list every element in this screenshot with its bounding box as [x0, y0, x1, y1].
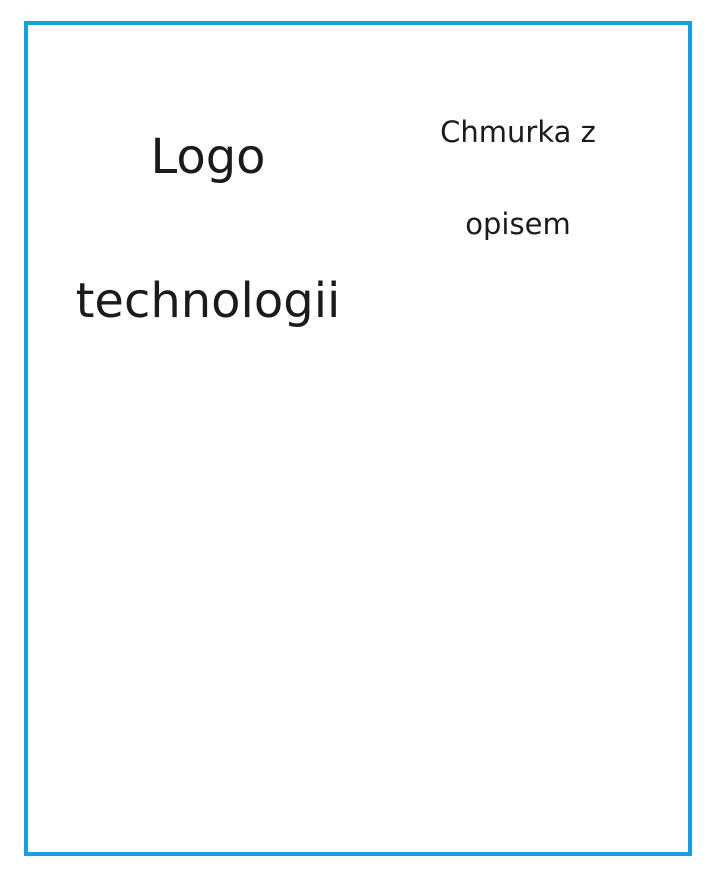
card-frame: Logo technologii Chmurka z opisem: [24, 21, 692, 856]
technology-logo-placeholder: Logo technologii: [48, 49, 368, 409]
logo-placeholder-line-1: Logo: [150, 129, 266, 185]
logo-placeholder-line-2: technologii: [75, 273, 341, 329]
page: Logo technologii Chmurka z opisem: [0, 0, 714, 882]
description-tooltip-placeholder: Chmurka z opisem: [418, 63, 618, 293]
tooltip-placeholder-line-2: opisem: [465, 207, 571, 241]
tooltip-placeholder-line-1: Chmurka z: [440, 115, 596, 149]
